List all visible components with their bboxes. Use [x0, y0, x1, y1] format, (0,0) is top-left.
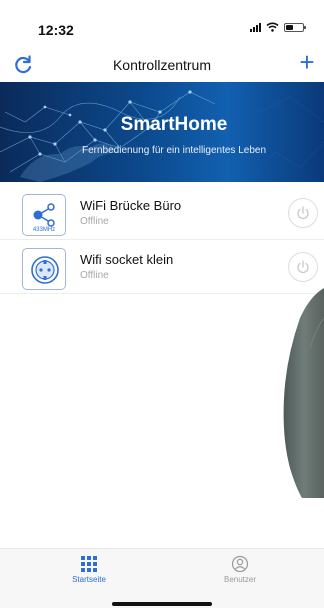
- background-vase-image: [283, 288, 324, 498]
- device-name: Wifi socket klein: [80, 252, 174, 267]
- bridge-share-icon: 433MHz: [22, 194, 66, 236]
- wifi-icon: [266, 22, 279, 32]
- device-name: WiFi Brücke Büro: [80, 198, 182, 213]
- home-indicator: [112, 602, 212, 606]
- battery-icon: [284, 22, 306, 32]
- grid-icon: [81, 556, 97, 572]
- banner-title: SmartHome: [120, 114, 228, 135]
- device-status: Offline: [80, 270, 109, 281]
- device-row-wifi-socket[interactable]: Wifi socket klein Offline: [0, 240, 324, 294]
- tab-benutzer[interactable]: Benutzer: [200, 555, 280, 584]
- power-button[interactable]: [288, 252, 318, 282]
- user-icon: [231, 555, 249, 573]
- status-time: 12:32: [38, 22, 74, 38]
- add-device-button[interactable]: +: [296, 49, 318, 76]
- device-status: Offline: [80, 216, 109, 227]
- smarthome-banner: SmartHome Fernbedienung für ein intellig…: [0, 82, 324, 182]
- status-icons: [250, 22, 306, 32]
- signal-icon: [250, 22, 261, 32]
- tab-bar: Startseite Benutzer: [0, 548, 324, 608]
- power-icon: [297, 260, 309, 274]
- socket-icon: [22, 248, 66, 290]
- nav-bar: Kontrollzentrum +: [0, 49, 324, 82]
- power-button[interactable]: [288, 198, 318, 228]
- tab-label: Benutzer: [223, 575, 257, 584]
- device-list: 433MHz WiFi Brücke Büro Offline Wifi soc…: [0, 186, 324, 294]
- frequency-label: 433MHz: [32, 227, 56, 233]
- banner-subtitle: Fernbedienung für ein intelligentes Lebe…: [81, 145, 267, 156]
- page-title: Kontrollzentrum: [112, 57, 212, 73]
- power-icon: [297, 206, 309, 220]
- status-bar: 12:32: [0, 0, 324, 50]
- tab-label: Startseite: [72, 575, 106, 584]
- tab-startseite[interactable]: Startseite: [49, 555, 129, 584]
- device-row-wifi-bridge[interactable]: 433MHz WiFi Brücke Büro Offline: [0, 186, 324, 240]
